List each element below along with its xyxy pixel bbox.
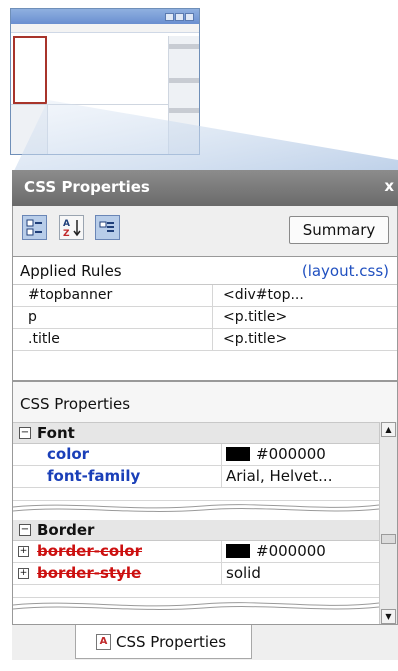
css-properties-tab-icon: A [96,634,111,650]
panel-title: CSS Properties [24,178,150,196]
rule-selector: #topbanner [28,287,113,303]
category-name: Border [37,521,95,539]
applied-rules-section: Applied Rules (layout.css) #topbanner <d… [12,256,398,381]
property-value[interactable]: Arial, Helvet... [226,467,332,485]
applied-rules-label: Applied Rules [20,262,122,280]
css-properties-label: CSS Properties [20,395,131,413]
applied-rule-row[interactable]: p <p.title> [13,307,397,329]
property-row[interactable]: + border-style solid [13,563,379,585]
show-set-properties-button[interactable] [95,215,120,240]
svg-text:Z: Z [63,229,70,239]
property-value[interactable]: solid [226,564,261,582]
collapse-icon[interactable]: − [19,524,31,536]
summary-button[interactable]: Summary [289,216,389,244]
vertical-scrollbar[interactable]: ▲ ▼ [379,422,397,624]
rule-selector: p [28,309,37,325]
scroll-up-icon[interactable]: ▲ [381,422,396,437]
close-icon[interactable]: x [384,177,394,195]
rule-element: <p.title> [223,309,288,325]
property-row[interactable]: + border-color #000000 [13,541,379,563]
overridden-property-name: border-style [37,564,142,582]
svg-text:A: A [63,219,70,229]
scroll-thumb[interactable] [381,534,396,544]
property-row[interactable]: font-family Arial, Helvet... [13,466,379,488]
property-name: color [47,445,90,463]
css-properties-header: CSS Properties [13,382,397,423]
truncation-wave [13,602,379,610]
rule-selector: .title [28,331,60,347]
font-category[interactable]: − Font [13,423,379,444]
applied-rule-row[interactable]: .title <p.title> [13,329,397,351]
property-row[interactable]: color #000000 [13,444,379,466]
zoom-callout-wedge [12,100,398,175]
applied-rules-header: Applied Rules (layout.css) [13,257,397,285]
truncation-wave [13,504,379,512]
color-swatch [226,544,250,558]
color-swatch [226,447,250,461]
panel-title-bar: CSS Properties x [12,170,398,206]
css-properties-panel: CSS Properties x A Z Summary Applied Rul… [12,170,398,660]
border-category[interactable]: − Border [13,520,379,541]
property-value[interactable]: #000000 [226,542,326,560]
expand-icon[interactable]: + [18,546,29,557]
categorized-view-icon [26,219,42,236]
expand-icon[interactable]: + [18,568,29,579]
categorized-view-button[interactable] [22,215,47,240]
collapse-icon[interactable]: − [19,427,31,439]
property-name: font-family [47,467,141,485]
property-value[interactable]: #000000 [226,445,326,463]
panel-toolbar: A Z Summary [12,206,398,256]
scroll-down-icon[interactable]: ▼ [381,609,396,624]
css-properties-section: CSS Properties − Font color #000000 font… [12,381,398,625]
overridden-property-name: border-color [37,542,143,560]
show-set-properties-icon [99,221,114,232]
tab-label: CSS Properties [116,633,227,651]
applied-rule-row[interactable]: #topbanner <div#top... [13,285,397,307]
rule-element: <p.title> [223,331,288,347]
category-name: Font [37,424,75,442]
panel-tab-strip: A CSS Properties [12,625,398,660]
tab-css-properties[interactable]: A CSS Properties [75,625,252,659]
sort-alphabetical-icon: A Z [63,219,81,239]
stylesheet-link[interactable]: (layout.css) [302,262,389,280]
empty-property-row [13,585,379,598]
rule-element: <div#top... [223,287,304,303]
sort-alphabetical-button[interactable]: A Z [59,215,84,240]
